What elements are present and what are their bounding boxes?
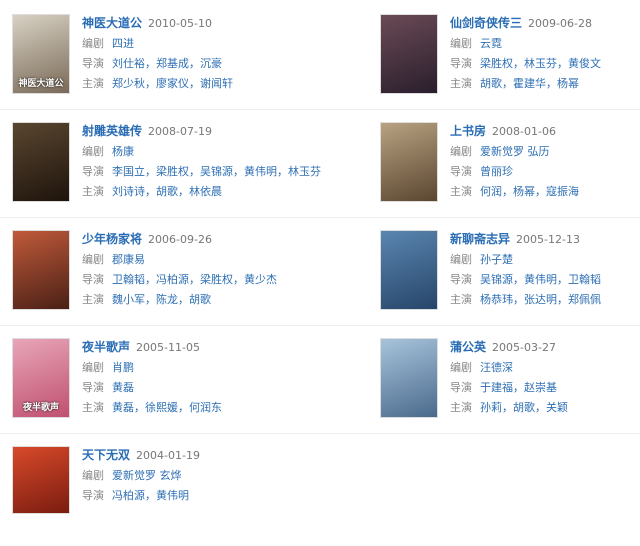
writer-link[interactable]: 杨康 — [112, 145, 134, 158]
cast-label: 主演 — [82, 185, 104, 198]
work-entry[interactable]: 新聊斋志异 2005-12-13 编剧 孙子楚 导演 吴锦源，黄伟明，卫翰韬 主演 杨恭… — [380, 230, 640, 330]
cast-label: 主演 — [82, 293, 104, 306]
work-entry[interactable]: 夜半歌声 夜半歌声 2005-11-05 编剧 肖鹏 导演 黄磊 主演 黄磊，徐熙媛，何… — [12, 338, 312, 438]
director-links[interactable]: 李国立，梁胜权，吴锦源，黄伟明，林玉芬 — [112, 165, 321, 178]
work-entry[interactable]: 射雕英雄传 2008-07-19 编剧 杨康 导演 李国立，梁胜权，吴锦源，黄伟明，林… — [12, 122, 321, 222]
writer-label: 编剧 — [450, 145, 472, 158]
cast-label: 主演 — [82, 77, 104, 90]
writer-link[interactable]: 肖鹏 — [112, 361, 134, 374]
air-date: 2006-09-26 — [148, 233, 212, 246]
poster-caption: 夜半歌声 — [22, 403, 59, 413]
director-links[interactable]: 曾丽珍 — [480, 165, 513, 178]
row-divider — [0, 217, 640, 218]
poster-thumbnail[interactable] — [380, 338, 438, 418]
poster-thumbnail[interactable] — [380, 230, 438, 310]
air-date: 2005-03-27 — [492, 341, 556, 354]
director-links[interactable]: 黄磊 — [112, 381, 134, 394]
poster-caption: 神医大道公 — [18, 79, 64, 89]
cast-links[interactable]: 何润，杨幂，寇振海 — [480, 185, 579, 198]
cast-label: 主演 — [450, 77, 472, 90]
poster-thumbnail[interactable] — [380, 122, 438, 202]
director-links[interactable]: 刘仕裕，郑基成，沉豪 — [112, 57, 222, 70]
work-entry[interactable]: 神医大道公 神医大道公 2010-05-10 编剧 四进 导演 刘仕裕，郑基成，沉豪 … — [12, 14, 312, 114]
air-date: 2009-06-28 — [528, 17, 592, 30]
poster-thumbnail[interactable] — [12, 446, 70, 514]
writer-link[interactable]: 爱新觉罗 玄烨 — [112, 469, 182, 482]
work-title[interactable]: 仙剑奇侠传三 — [450, 16, 522, 30]
work-entry[interactable]: 蒲公英 2005-03-27 编剧 汪德深 导演 于建福，赵崇基 主演 孙莉，胡歌，关颖 — [380, 338, 640, 438]
poster-thumbnail[interactable] — [12, 230, 70, 310]
air-date: 2008-07-19 — [148, 125, 212, 138]
director-links[interactable]: 梁胜权，林玉芬，黄俊文 — [480, 57, 601, 70]
cast-links[interactable]: 魏小军，陈龙，胡歌 — [112, 293, 211, 306]
director-label: 导演 — [82, 57, 104, 70]
work-title[interactable]: 少年杨家将 — [82, 232, 142, 246]
cast-label: 主演 — [450, 185, 472, 198]
writer-label: 编剧 — [450, 253, 472, 266]
director-links[interactable]: 冯柏源，黄伟明 — [112, 489, 189, 502]
director-label: 导演 — [450, 57, 472, 70]
work-title[interactable]: 神医大道公 — [82, 16, 142, 30]
writer-link[interactable]: 爱新觉罗 弘历 — [480, 145, 550, 158]
work-title[interactable]: 夜半歌声 — [82, 340, 130, 354]
cast-links[interactable]: 杨恭玮，张达明，郑佩佩 — [480, 293, 601, 306]
work-entry[interactable]: 仙剑奇侠传三 2009-06-28 编剧 云霓 导演 梁胜权，林玉芬，黄俊文 主演 胡歌… — [380, 14, 640, 114]
cast-links[interactable]: 孙莉，胡歌，关颖 — [480, 401, 568, 414]
writer-label: 编剧 — [82, 469, 104, 482]
work-title[interactable]: 射雕英雄传 — [82, 124, 142, 138]
work-title[interactable]: 蒲公英 — [450, 340, 486, 354]
poster-thumbnail[interactable]: 神医大道公 — [12, 14, 70, 94]
director-links[interactable]: 卫翰韬，冯柏源，梁胜权，黄少杰 — [112, 273, 277, 286]
writer-label: 编剧 — [82, 145, 104, 158]
air-date: 2005-11-05 — [136, 341, 200, 354]
writer-link[interactable]: 孙子楚 — [480, 253, 513, 266]
poster-thumbnail[interactable]: 夜半歌声 — [12, 338, 70, 418]
works-grid: 神医大道公 神医大道公 2010-05-10 编剧 四进 导演 刘仕裕，郑基成，沉豪 … — [0, 0, 640, 514]
work-entry[interactable]: 上书房 2008-01-06 编剧 爱新觉罗 弘历 导演 曾丽珍 主演 何润，杨幂，寇振… — [380, 122, 640, 222]
cast-label: 主演 — [450, 293, 472, 306]
work-title[interactable]: 新聊斋志异 — [450, 232, 510, 246]
director-links[interactable]: 于建福，赵崇基 — [480, 381, 557, 394]
writer-label: 编剧 — [82, 37, 104, 50]
cast-links[interactable]: 黄磊，徐熙媛，何润东 — [112, 401, 222, 414]
writer-label: 编剧 — [82, 361, 104, 374]
work-entry[interactable]: 少年杨家将 2006-09-26 编剧 郡康易 导演 卫翰韬，冯柏源，梁胜权，黄少杰 … — [12, 230, 312, 330]
cast-label: 主演 — [82, 401, 104, 414]
air-date: 2008-01-06 — [492, 125, 556, 138]
row-divider — [0, 325, 640, 326]
poster-thumbnail[interactable] — [12, 122, 70, 202]
row-divider — [0, 433, 640, 434]
work-entry[interactable]: 天下无双 2004-01-19 编剧 爱新觉罗 玄烨 导演 冯柏源，黄伟明 — [12, 446, 312, 546]
work-title[interactable]: 上书房 — [450, 124, 486, 138]
poster-thumbnail[interactable] — [380, 14, 438, 94]
writer-link[interactable]: 云霓 — [480, 37, 502, 50]
cast-links[interactable]: 郑少秋，廖家仪，谢闻轩 — [112, 77, 233, 90]
director-label: 导演 — [450, 165, 472, 178]
writer-label: 编剧 — [82, 253, 104, 266]
writer-label: 编剧 — [450, 361, 472, 374]
director-label: 导演 — [82, 381, 104, 394]
air-date: 2005-12-13 — [516, 233, 580, 246]
director-links[interactable]: 吴锦源，黄伟明，卫翰韬 — [480, 273, 601, 286]
director-label: 导演 — [450, 381, 472, 394]
cast-label: 主演 — [450, 401, 472, 414]
writer-link[interactable]: 郡康易 — [112, 253, 145, 266]
work-title[interactable]: 天下无双 — [82, 448, 130, 462]
director-label: 导演 — [82, 273, 104, 286]
writer-link[interactable]: 汪德深 — [480, 361, 513, 374]
writer-link[interactable]: 四进 — [112, 37, 134, 50]
director-label: 导演 — [450, 273, 472, 286]
air-date: 2004-01-19 — [136, 449, 200, 462]
director-label: 导演 — [82, 489, 104, 502]
row-divider — [0, 109, 640, 110]
air-date: 2010-05-10 — [148, 17, 212, 30]
director-label: 导演 — [82, 165, 104, 178]
cast-links[interactable]: 胡歌，霍建华，杨幂 — [480, 77, 579, 90]
writer-label: 编剧 — [450, 37, 472, 50]
cast-links[interactable]: 刘诗诗，胡歌，林依晨 — [112, 185, 222, 198]
